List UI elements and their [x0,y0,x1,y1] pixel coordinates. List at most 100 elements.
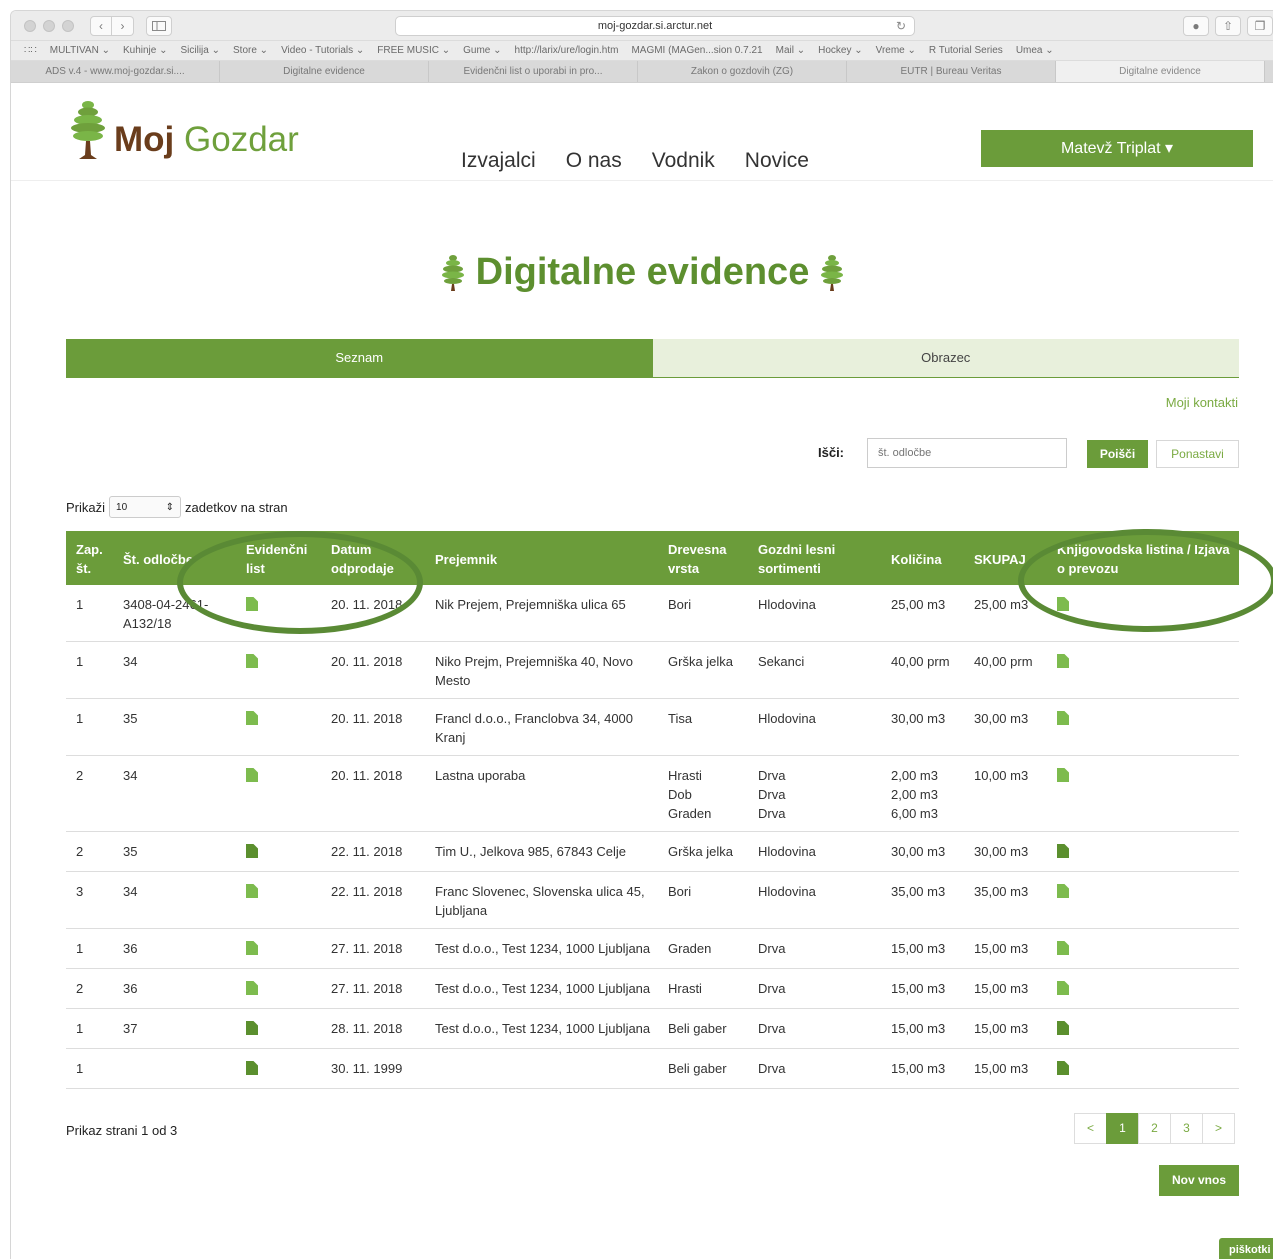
zoom-window-button[interactable] [62,19,74,32]
tab-obrazec[interactable]: Obrazec [652,339,1239,377]
browser-tab[interactable]: Digitalne evidence [220,61,429,82]
close-window-button[interactable] [24,19,36,32]
browser-tab[interactable]: EUTR | Bureau Veritas [847,61,1056,82]
listina-document-icon[interactable] [1057,941,1069,955]
evidencni-list-document-icon[interactable] [246,1021,258,1035]
table-cell-skupaj: 15,00 m3 [964,968,1047,1009]
tab-seznam[interactable]: Seznam [66,339,653,377]
share-button[interactable]: ⇧ [1215,16,1241,36]
bookmark-item[interactable]: R Tutorial Series [929,45,1003,56]
pagination-page[interactable]: 2 [1138,1113,1171,1144]
url-text: moj-gozdar.si.arctur.net [597,20,713,32]
listina-document-icon[interactable] [1057,884,1069,898]
table-cell-prejemnik: Nik Prejem, Prejemniška ulica 65 [425,585,658,642]
bookmark-item[interactable]: Kuhinje ⌄ [123,45,168,56]
back-button[interactable]: ‹ [90,15,112,36]
tabs-overview-button[interactable]: ❐ [1247,16,1273,36]
table-cell-prejemnik: Niko Prejm, Prejemniška 40, Novo Mesto [425,641,658,699]
sidebar-toggle-button[interactable] [146,15,172,36]
listina-cell [1047,928,1239,969]
nav-item-novice[interactable]: Novice [745,149,809,173]
table-cell-vrsta: Beli gaber [658,1048,748,1089]
evidencni-list-document-icon[interactable] [246,844,258,858]
listina-document-icon[interactable] [1057,654,1069,668]
bookmark-item[interactable]: Sicilija ⌄ [181,45,221,56]
listina-document-icon[interactable] [1057,844,1069,858]
apps-grid-icon[interactable]: ∷∷ [24,45,37,56]
column-header[interactable]: Drevesna vrsta [658,531,748,585]
table-cell-vrsta: Bori [658,871,748,929]
bookmark-item[interactable]: MULTIVAN ⌄ [50,45,110,56]
bookmark-item[interactable]: Store ⌄ [233,45,268,56]
browser-tab[interactable]: Zakon o gozdovih (ZG) [638,61,847,82]
table-cell-datum: 28. 11. 2018 [321,1008,425,1049]
nav-item-o-nas[interactable]: O nas [566,149,622,173]
address-bar[interactable]: moj-gozdar.si.arctur.net ↻ [395,16,915,36]
browser-tab[interactable]: Evidenčni list o uporabi in pro... [429,61,638,82]
share-icon: ⇧ [1222,19,1234,33]
bookmark-item[interactable]: Hockey ⌄ [818,45,863,56]
nav-item-izvajalci[interactable]: Izvajalci [461,149,536,173]
nav-item-vodnik[interactable]: Vodnik [652,149,715,173]
evidencni-list-document-icon[interactable] [246,941,258,955]
search-label: Išči: [818,445,845,460]
evidencni-list-document-icon[interactable] [246,1061,258,1075]
table-cell-kolicina: 35,00 m3 [881,871,964,929]
my-contacts-link[interactable]: Moji kontakti [1166,395,1238,410]
reset-button[interactable]: Ponastavi [1156,440,1239,468]
page-size-select[interactable]: 10 ⇕ [109,496,182,518]
forward-button[interactable]: › [112,15,134,36]
column-header[interactable]: Količina [881,531,964,585]
search-button[interactable]: Poišči [1087,440,1148,468]
evidencni-list-document-icon[interactable] [246,884,258,898]
bookmark-item[interactable]: FREE MUSIC ⌄ [377,45,450,56]
browser-tab-active[interactable]: Digitalne evidence [1056,61,1265,82]
cookie-button[interactable]: piškotki [1219,1238,1273,1259]
bookmark-item[interactable]: MAGMI (MAGen...sion 0.7.21 [631,45,762,56]
site-logo[interactable]: Moj Gozdar [66,97,299,161]
table-cell-odlocba [113,1048,236,1089]
pagination-page[interactable]: 1 [1106,1113,1139,1144]
table-cell-skupaj: 30,00 m3 [964,698,1047,756]
table-cell-odlocba: 35 [113,831,236,872]
column-header[interactable]: Gozdni lesni sortimenti [748,531,881,585]
bookmark-item[interactable]: Gume ⌄ [463,45,501,56]
column-header[interactable]: Prejemnik [425,531,658,585]
evidencni-list-document-icon[interactable] [246,981,258,995]
table-cell-kolicina: 30,00 m3 [881,698,964,756]
table-cell-odlocba: 35 [113,698,236,756]
listina-document-icon[interactable] [1057,768,1069,782]
evidencni-list-document-icon[interactable] [246,768,258,782]
evidencni-list-document-icon[interactable] [246,654,258,668]
new-entry-button[interactable]: Nov vnos [1159,1165,1239,1196]
bookmark-item[interactable]: Video - Tutorials ⌄ [281,45,364,56]
pagination-prev[interactable]: < [1074,1113,1107,1144]
evidencni-list-document-icon[interactable] [246,711,258,725]
table-cell-zap: 1 [66,641,113,699]
bookmark-item[interactable]: http://larix/ure/login.htm [515,45,619,56]
table-cell-zap: 2 [66,831,113,872]
listina-document-icon[interactable] [1057,1061,1069,1075]
bookmark-item[interactable]: Mail ⌄ [776,45,806,56]
column-header[interactable]: Zap. št. [66,531,113,585]
search-input[interactable] [867,438,1067,468]
browser-tab[interactable]: ADS v.4 - www.moj-gozdar.si.... [11,61,220,82]
listina-document-icon[interactable] [1057,711,1069,725]
reload-icon[interactable]: ↻ [896,17,906,35]
user-menu-button[interactable]: Matevž Triplat ▾ [981,130,1253,167]
table-cell-skupaj: 35,00 m3 [964,871,1047,929]
pagination-page[interactable]: 3 [1170,1113,1203,1144]
bookmark-item[interactable]: Vreme ⌄ [876,45,916,56]
listina-document-icon[interactable] [1057,981,1069,995]
pagination-next[interactable]: > [1202,1113,1235,1144]
pine-cone-icon [821,254,844,291]
listina-document-icon[interactable] [1057,1021,1069,1035]
page-title: Digitalne evidence [475,251,810,293]
table-cell-zap: 2 [66,968,113,1009]
bookmark-item[interactable]: Umea ⌄ [1016,45,1054,56]
table-cell-kolicina: 15,00 m3 [881,968,964,1009]
downloads-button[interactable]: ● [1183,16,1209,36]
minimize-window-button[interactable] [43,19,55,32]
table-cell-datum: 22. 11. 2018 [321,831,425,872]
table-cell-odlocba: 34 [113,871,236,929]
